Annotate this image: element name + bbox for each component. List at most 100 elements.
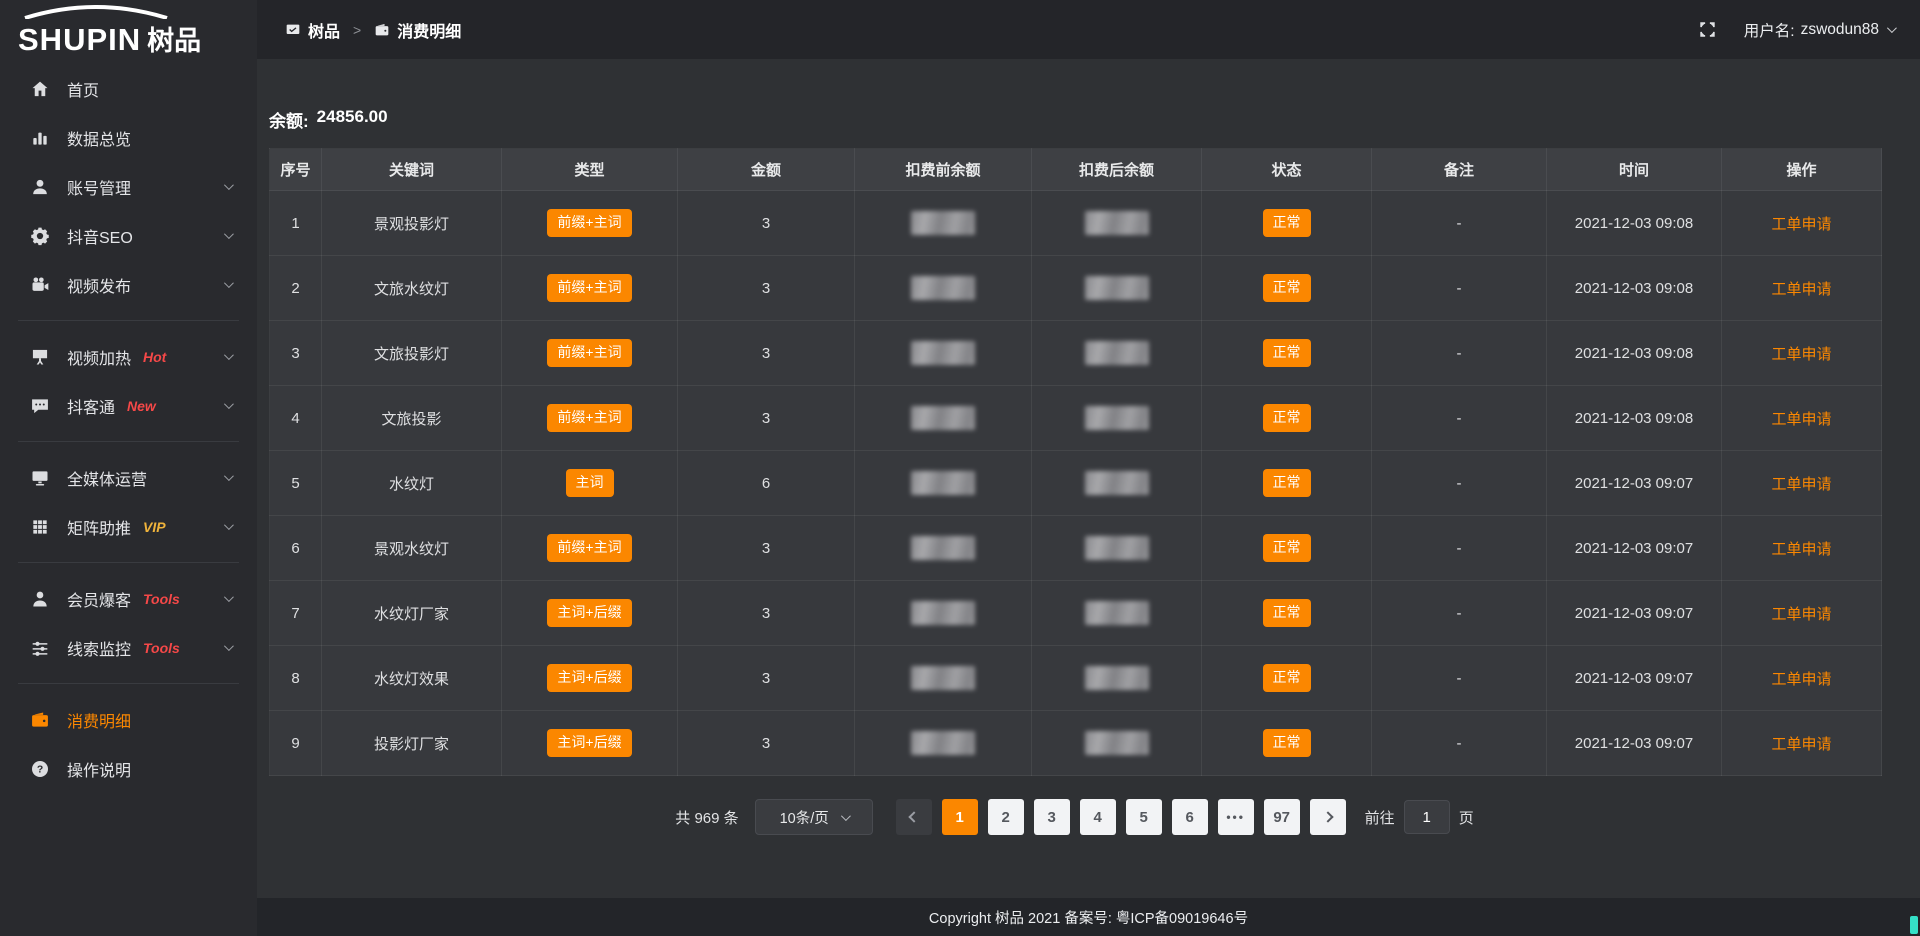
page-button-2[interactable]: 2	[988, 799, 1024, 835]
sidebar-item-douketong[interactable]: 抖客通New	[0, 381, 257, 430]
keyword-cell: 文旅水纹灯	[322, 256, 502, 321]
page-button-5[interactable]: 5	[1126, 799, 1162, 835]
chevron-down-icon	[224, 641, 234, 651]
ticket-apply-link[interactable]: 工单申请	[1771, 541, 1831, 558]
page-button-97[interactable]: 97	[1264, 799, 1300, 835]
balance-label: 余额:	[269, 107, 309, 132]
sidebar-item-label: 抖音SEO	[67, 224, 133, 248]
sidebar-item-lead-monitor[interactable]: 线索监控Tools	[0, 623, 257, 672]
sidebar-item-instructions[interactable]: ?操作说明	[0, 744, 257, 793]
user-menu[interactable]: 用户名: zswodun88	[1744, 19, 1894, 41]
index-cell: 8	[270, 646, 322, 711]
type-badge: 前缀+主词	[547, 274, 631, 302]
logo: SHUPIN 树品	[0, 0, 257, 64]
balance-value: 24856.00	[317, 107, 388, 132]
logo-en: SHUPIN	[18, 22, 141, 58]
chevron-down-icon	[224, 471, 234, 481]
fullscreen-button[interactable]	[1698, 20, 1717, 39]
sidebar-item-member-burst[interactable]: 会员爆客Tools	[0, 574, 257, 623]
username: zswodun88	[1801, 21, 1879, 39]
page-button-4[interactable]: 4	[1080, 799, 1116, 835]
status-cell: 正常	[1202, 191, 1372, 256]
masked-balance-after	[1085, 341, 1149, 365]
chevron-down-icon	[224, 180, 234, 190]
breadcrumb-label: 消费明细	[397, 18, 461, 42]
balance-before-cell	[855, 191, 1032, 256]
balance: 余额: 24856.00	[269, 107, 388, 132]
sidebar-divider	[18, 683, 239, 684]
page-button-3[interactable]: 3	[1034, 799, 1070, 835]
breadcrumb-item-consumption-detail[interactable]: 消费明细	[374, 18, 461, 42]
sidebar-item-account-management[interactable]: 账号管理	[0, 162, 257, 211]
status-badge: 正常	[1263, 209, 1311, 237]
page-size-value: 10条/页	[780, 807, 829, 828]
balance-before-cell	[855, 711, 1032, 776]
sidebar-item-douyin-seo[interactable]: 抖音SEO	[0, 211, 257, 260]
sidebar-item-consumption-detail[interactable]: 消费明细	[0, 695, 257, 744]
ticket-apply-link[interactable]: 工单申请	[1771, 281, 1831, 298]
scrollbar-thumb[interactable]	[1910, 916, 1918, 934]
balance-before-cell	[855, 386, 1032, 451]
ticket-apply-link[interactable]: 工单申请	[1771, 346, 1831, 363]
sidebar-item-label: 会员爆客	[67, 587, 131, 611]
page-size-select[interactable]: 10条/页	[755, 799, 873, 835]
chevron-down-icon	[224, 229, 234, 239]
index-cell: 5	[270, 451, 322, 516]
sidebar-item-label: 抖客通	[67, 394, 115, 418]
type-cell: 前缀+主词	[502, 516, 678, 581]
table-row: 1景观投影灯前缀+主词3正常-2021-12-03 09:08工单申请	[270, 191, 1882, 256]
status-cell: 正常	[1202, 711, 1372, 776]
column-header-8: 时间	[1547, 149, 1722, 191]
ticket-apply-link[interactable]: 工单申请	[1771, 411, 1831, 428]
time-cell: 2021-12-03 09:07	[1547, 516, 1722, 581]
type-cell: 前缀+主词	[502, 386, 678, 451]
masked-balance-after	[1085, 211, 1149, 235]
sidebar-item-data-overview[interactable]: 数据总览	[0, 113, 257, 162]
balance-after-cell	[1032, 191, 1202, 256]
prev-page-button[interactable]	[896, 799, 932, 835]
remark-cell: -	[1372, 256, 1547, 321]
topbar: 树品>消费明细 用户名: zswodun88	[257, 0, 1920, 59]
action-cell: 工单申请	[1722, 386, 1882, 451]
ticket-apply-link[interactable]: 工单申请	[1771, 671, 1831, 688]
balance-after-cell	[1032, 711, 1202, 776]
sidebar-nav: 首页数据总览账号管理抖音SEO 视频发布视频加热Hot抖客通New 全媒体运营矩阵助…	[0, 64, 257, 793]
ticket-apply-link[interactable]: 工单申请	[1771, 476, 1831, 493]
sidebar-item-tag: Tools	[143, 640, 180, 656]
remark-cell: -	[1372, 646, 1547, 711]
type-badge: 前缀+主词	[547, 209, 631, 237]
action-cell: 工单申请	[1722, 256, 1882, 321]
column-header-3: 金额	[678, 149, 855, 191]
page-button-1[interactable]: 1	[942, 799, 978, 835]
next-page-button[interactable]	[1310, 799, 1346, 835]
sidebar-item-label: 账号管理	[67, 175, 131, 199]
masked-balance-after	[1085, 406, 1149, 430]
gear-icon	[30, 226, 50, 246]
status-cell: 正常	[1202, 581, 1372, 646]
balance-before-cell	[855, 646, 1032, 711]
ticket-apply-link[interactable]: 工单申请	[1771, 736, 1831, 753]
more-pages-button[interactable]: •••	[1218, 799, 1254, 835]
sidebar-item-label: 全媒体运营	[67, 466, 147, 490]
ticket-apply-link[interactable]: 工单申请	[1771, 216, 1831, 233]
balance-after-cell	[1032, 451, 1202, 516]
sidebar-item-matrix-boost[interactable]: 矩阵助推VIP	[0, 502, 257, 551]
chevron-right-icon	[1322, 811, 1333, 822]
goto-suffix: 页	[1459, 807, 1474, 828]
page-button-6[interactable]: 6	[1172, 799, 1208, 835]
table-row: 8水纹灯效果主词+后缀3正常-2021-12-03 09:07工单申请	[270, 646, 1882, 711]
chevron-down-icon	[224, 520, 234, 530]
chart-icon	[30, 128, 50, 148]
ticket-apply-link[interactable]: 工单申请	[1771, 606, 1831, 623]
goto-page-input[interactable]	[1404, 800, 1450, 834]
sidebar-item-omni-media[interactable]: 全媒体运营	[0, 453, 257, 502]
breadcrumb-item-shupin[interactable]: 树品	[285, 18, 340, 42]
home-icon	[30, 79, 50, 99]
sidebar-item-video-heating[interactable]: 视频加热Hot	[0, 332, 257, 381]
sidebar-item-home[interactable]: 首页	[0, 64, 257, 113]
keyword-cell: 文旅投影	[322, 386, 502, 451]
sidebar-item-video-publish[interactable]: 视频发布	[0, 260, 257, 309]
status-badge: 正常	[1263, 729, 1311, 757]
time-cell: 2021-12-03 09:07	[1547, 581, 1722, 646]
balance-before-cell	[855, 516, 1032, 581]
